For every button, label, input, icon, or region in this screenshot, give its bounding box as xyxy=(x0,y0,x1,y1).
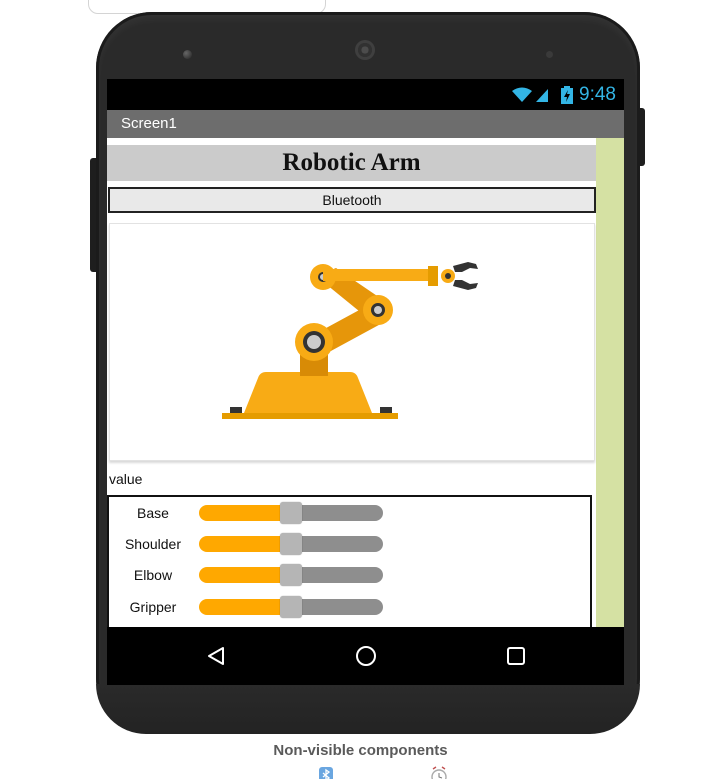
elbow-slider[interactable] xyxy=(199,564,383,586)
slider-row-base: Base xyxy=(109,502,589,524)
wifi-icon xyxy=(512,87,533,102)
status-icons: 9:48 xyxy=(511,81,616,109)
robotic-arm-image xyxy=(109,223,595,461)
status-bar: 9:48 xyxy=(107,79,624,110)
recent-square-icon[interactable] xyxy=(501,641,531,671)
slider-row-elbow: Elbow xyxy=(109,564,589,586)
slider-label-gripper: Gripper xyxy=(129,599,177,615)
nonvisible-icons xyxy=(318,765,458,779)
signal-icon xyxy=(536,89,549,102)
robotic-arm-illustration xyxy=(222,262,478,419)
app-content: Robotic Arm Bluetooth value Base Shoulde… xyxy=(107,138,624,627)
slider-label-shoulder: Shoulder xyxy=(124,536,182,552)
slider-thumb[interactable] xyxy=(280,502,302,524)
slider-track-filled xyxy=(199,599,291,615)
slider-track-filled xyxy=(199,505,291,521)
clock-icon[interactable] xyxy=(431,766,447,779)
sliders-panel: Base Shoulder Elbow Gripper xyxy=(107,495,592,627)
slider-thumb[interactable] xyxy=(280,564,302,586)
phone-speaker-dot xyxy=(183,50,192,59)
screen-title: Screen1 xyxy=(121,115,177,132)
slider-thumb[interactable] xyxy=(280,596,302,618)
slider-label-base: Base xyxy=(137,505,169,521)
phone-screen: 9:48 Screen1 Robotic Arm Bluetooth value… xyxy=(107,79,624,685)
slider-row-gripper: Gripper xyxy=(109,596,589,618)
slider-track-filled xyxy=(199,536,291,552)
value-label: value xyxy=(109,471,143,487)
slider-track-empty xyxy=(291,599,383,615)
slider-track-empty xyxy=(291,505,383,521)
shoulder-slider[interactable] xyxy=(199,533,383,555)
slider-row-shoulder: Shoulder xyxy=(109,533,589,555)
gripper-slider[interactable] xyxy=(199,596,383,618)
status-time: 9:48 xyxy=(579,84,616,105)
slider-thumb[interactable] xyxy=(280,533,302,555)
slider-label-elbow: Elbow xyxy=(133,567,173,583)
nonvisible-components-label: Non-visible components xyxy=(273,742,448,759)
scrollbar[interactable] xyxy=(596,138,624,627)
battery-icon xyxy=(561,86,574,104)
base-slider[interactable] xyxy=(199,502,383,524)
phone-camera xyxy=(355,40,375,60)
slider-track-empty xyxy=(291,567,383,583)
slider-track-filled xyxy=(199,567,291,583)
phone-sensor xyxy=(546,51,553,58)
app-title: Robotic Arm xyxy=(107,145,596,181)
navigation-bar xyxy=(107,627,624,685)
bluetooth-button[interactable]: Bluetooth xyxy=(108,187,596,213)
screen-title-bar: Screen1 xyxy=(107,110,624,138)
home-circle-icon[interactable] xyxy=(351,641,381,671)
back-triangle-icon[interactable] xyxy=(201,641,231,671)
slider-track-empty xyxy=(291,536,383,552)
bluetooth-client-icon[interactable] xyxy=(319,767,333,779)
phone-chin xyxy=(96,684,640,734)
